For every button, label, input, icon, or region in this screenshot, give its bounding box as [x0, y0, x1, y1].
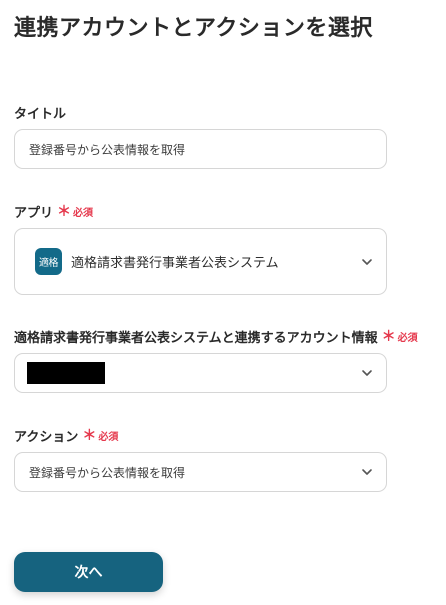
required-text: 必須	[73, 208, 94, 219]
app-label-text: アプリ	[14, 206, 54, 221]
chevron-down-icon	[362, 258, 372, 265]
required-asterisk: ＊	[82, 427, 97, 444]
action-select-value: 登録番号から公表情報を取得	[29, 465, 186, 480]
page-title: 連携アカウントとアクションを選択	[14, 16, 373, 41]
title-input-value: 登録番号から公表情報を取得	[29, 142, 186, 157]
title-input[interactable]: 登録番号から公表情報を取得	[14, 129, 387, 169]
chevron-down-icon	[362, 469, 372, 475]
required-badge: ＊ 必須	[381, 328, 418, 345]
app-select-value: 適格請求書発行事業者公表システム	[71, 256, 279, 271]
app-select[interactable]: 適格 適格請求書発行事業者公表システム	[14, 228, 387, 295]
app-field-label: アプリ ＊ 必須	[14, 202, 94, 222]
title-label-text: タイトル	[14, 107, 67, 122]
action-label-text: アクション	[14, 430, 79, 445]
chevron-down-icon	[362, 370, 372, 376]
account-label-text: 適格請求書発行事業者公表システムと連携するアカウント情報	[14, 331, 378, 346]
required-text: 必須	[397, 333, 418, 344]
action-select[interactable]: 登録番号から公表情報を取得	[14, 452, 387, 492]
required-text: 必須	[98, 432, 119, 443]
title-field-label: タイトル	[14, 103, 66, 122]
next-button[interactable]: 次へ	[14, 552, 163, 592]
page: 連携アカウントとアクションを選択 タイトル 登録番号から公表情報を取得 アプリ …	[0, 0, 446, 605]
account-select[interactable]	[14, 353, 387, 393]
required-badge: ＊ 必須	[82, 427, 119, 444]
required-asterisk: ＊	[381, 328, 396, 345]
required-badge: ＊ 必須	[57, 203, 94, 220]
action-field-label: アクション ＊ 必須	[14, 426, 119, 446]
required-asterisk: ＊	[57, 203, 72, 220]
account-field-label: 適格請求書発行事業者公表システムと連携するアカウント情報 ＊ 必須	[14, 327, 418, 347]
app-icon: 適格	[35, 248, 62, 275]
app-icon-text: 適格	[39, 258, 59, 269]
redacted-account-value	[27, 362, 105, 384]
